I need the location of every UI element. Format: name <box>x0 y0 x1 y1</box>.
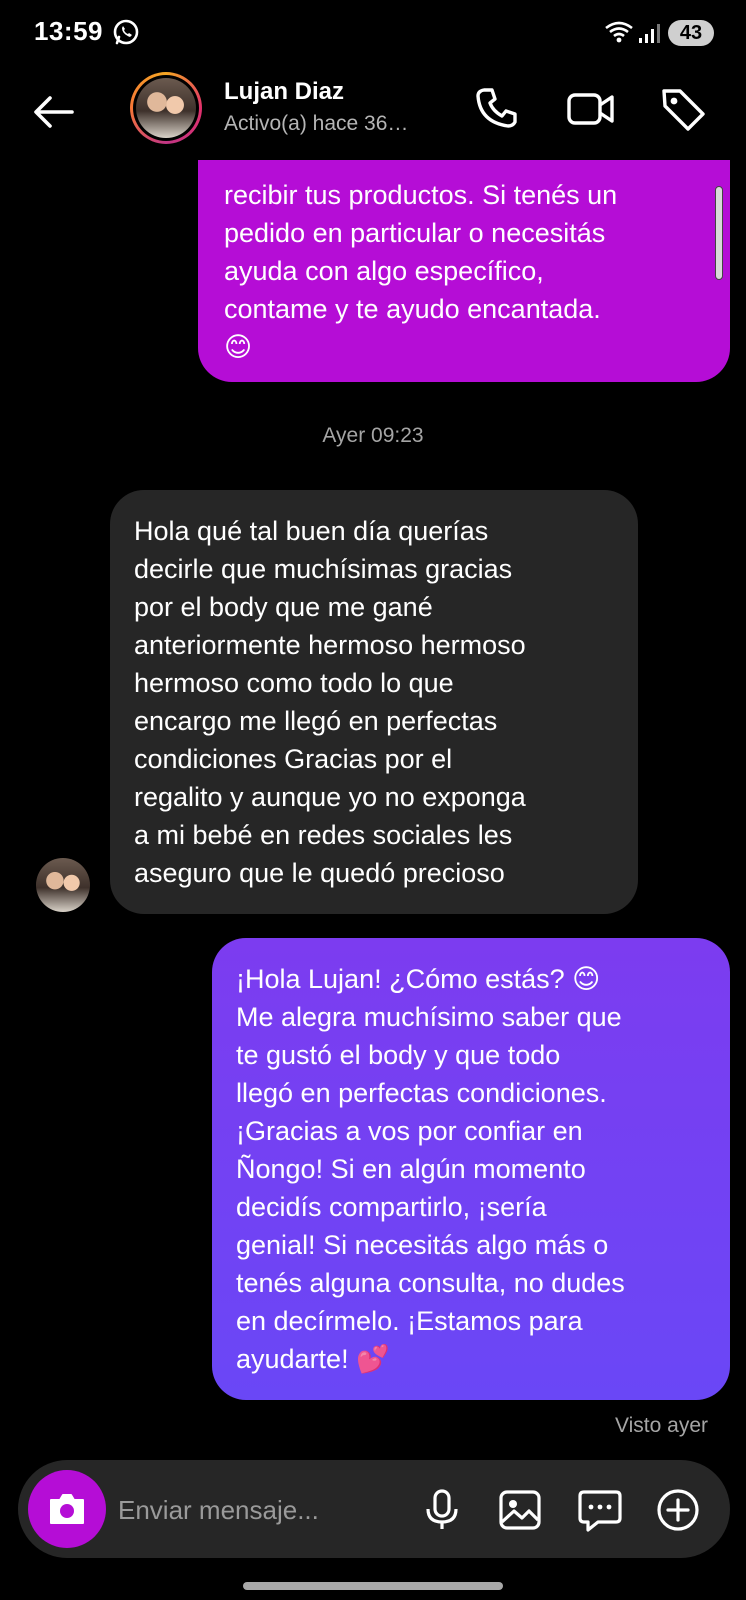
status-bar: 13:59 43 <box>0 0 746 64</box>
outgoing-message-bubble[interactable]: ¡Hola Lujan! ¿Cómo estás? 😊 Me alegra mu… <box>212 938 730 1400</box>
date-separator: Ayer 09:23 <box>322 424 424 447</box>
plus-icon[interactable] <box>654 1486 702 1534</box>
avatar-photo <box>136 78 196 138</box>
home-indicator[interactable] <box>243 1582 503 1590</box>
phone-icon[interactable] <box>472 84 522 134</box>
sticker-icon[interactable] <box>576 1486 624 1534</box>
incoming-message-bubble[interactable]: Hola qué tal buen día querías decirle qu… <box>110 490 638 914</box>
chat-header: Lujan Diaz Activo(a) hace 36… <box>0 64 746 160</box>
back-arrow-icon[interactable] <box>28 86 80 138</box>
video-camera-icon[interactable] <box>566 84 616 134</box>
dm-thread-screen: 13:59 43 Lujan Diaz Activo(a) hace 36… r… <box>0 0 746 1600</box>
sender-avatar[interactable] <box>36 858 90 912</box>
battery-badge: 43 <box>668 20 714 46</box>
whatsapp-icon <box>113 19 139 45</box>
camera-icon <box>50 1494 84 1524</box>
tag-icon[interactable] <box>658 84 708 134</box>
microphone-icon[interactable] <box>418 1486 466 1534</box>
scroll-indicator[interactable] <box>715 186 723 280</box>
message-input[interactable] <box>118 1490 388 1530</box>
signal-icon <box>639 24 660 43</box>
seen-status: Visto ayer <box>615 1414 708 1437</box>
status-time: 13:59 <box>34 16 103 46</box>
camera-button[interactable] <box>28 1470 106 1548</box>
contact-avatar[interactable] <box>130 72 202 144</box>
wifi-icon <box>605 21 633 43</box>
message-composer <box>18 1460 730 1558</box>
gallery-icon[interactable] <box>496 1486 544 1534</box>
contact-name[interactable]: Lujan Diaz <box>224 78 344 106</box>
contact-status: Activo(a) hace 36… <box>224 112 409 135</box>
